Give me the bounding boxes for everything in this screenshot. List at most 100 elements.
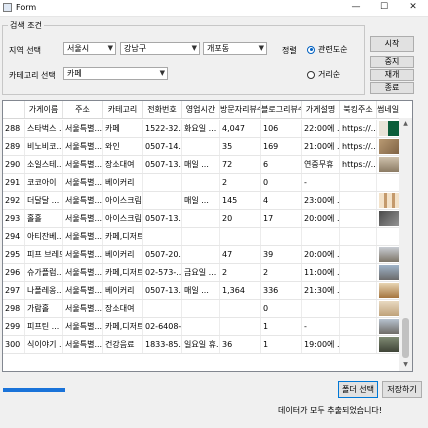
table-cell-no[interactable]: 293 <box>3 210 25 227</box>
table-cell-visit[interactable] <box>220 300 261 317</box>
table-cell-addr[interactable]: 서울특별... <box>63 282 103 299</box>
table-cell-phone[interactable] <box>143 228 182 245</box>
table-cell-hours[interactable] <box>182 138 220 155</box>
table-cell-no[interactable]: 292 <box>3 192 25 209</box>
table-cell-name[interactable]: 나폴레옹... <box>25 282 63 299</box>
start-button[interactable]: 시작 <box>370 36 414 52</box>
table-cell-hours[interactable]: 매일 ... <box>182 192 220 209</box>
table-cell-cat[interactable]: 장소대여 <box>103 300 143 317</box>
table-cell-phone[interactable]: 1833-85... <box>143 336 182 353</box>
table-cell-no[interactable]: 290 <box>3 156 25 173</box>
column-header[interactable]: 카테고리 <box>103 101 143 118</box>
table-cell-blog[interactable]: 17 <box>261 210 302 227</box>
column-header[interactable] <box>3 101 25 118</box>
sort-distance-radio[interactable]: 거리순 <box>307 69 340 80</box>
table-cell-name[interactable]: 스타벅스 ... <box>25 120 63 137</box>
table-row[interactable]: 291 코코아이 서울특별... 베이커리 2 0- <box>3 174 412 192</box>
table-cell-phone[interactable]: 0507-20... <box>143 246 182 263</box>
table-cell-visit[interactable]: 2 <box>220 264 261 281</box>
table-cell-name[interactable]: 코코아이 <box>25 174 63 191</box>
column-header[interactable]: 가게이름 <box>25 101 63 118</box>
table-cell-no[interactable]: 298 <box>3 300 25 317</box>
table-cell-booking[interactable]: https://... <box>340 156 377 173</box>
table-cell-phone[interactable]: 0507-13... <box>143 282 182 299</box>
table-cell-addr[interactable]: 서울특별... <box>63 192 103 209</box>
table-cell-name[interactable]: 더달달 ... <box>25 192 63 209</box>
column-header[interactable]: 블로그리뷰수 <box>261 101 302 118</box>
table-cell-phone[interactable]: 1522-32... <box>143 120 182 137</box>
table-cell-hours[interactable] <box>182 246 220 263</box>
table-row[interactable]: 288 스타벅스 ... 서울특별... 카페 1522-32... 화요일 ... 4,0… <box>3 120 412 138</box>
table-cell-name[interactable]: 식이야기 ... <box>25 336 63 353</box>
column-header[interactable]: 주소 <box>63 101 103 118</box>
dong-select[interactable]: 개포동 ▼ <box>203 42 267 55</box>
table-cell-no[interactable]: 295 <box>3 246 25 263</box>
table-cell-no[interactable]: 289 <box>3 138 25 155</box>
table-cell-cat[interactable]: 카페 <box>103 120 143 137</box>
table-cell-cat[interactable]: 카페,디저트 <box>103 228 143 245</box>
table-cell-name[interactable]: 가람홀 <box>25 300 63 317</box>
table-cell-phone[interactable]: 02-6408-... <box>143 318 182 335</box>
table-row[interactable]: 300 식이야기 ... 서울특별... 건강음료 1833-85... 일요일 휴...… <box>3 336 412 354</box>
table-cell-addr[interactable]: 서울특별... <box>63 210 103 227</box>
table-cell-visit[interactable]: 4,047 <box>220 120 261 137</box>
table-cell-cat[interactable]: 아이스크림 <box>103 192 143 209</box>
category-select[interactable]: 카페 ▼ <box>63 67 168 80</box>
table-cell-phone[interactable] <box>143 300 182 317</box>
table-cell-desc[interactable]: 21:00에 ... <box>302 138 340 155</box>
table-cell-booking[interactable] <box>340 192 377 209</box>
scrollbar-thumb[interactable] <box>402 318 409 358</box>
stop-button[interactable]: 중지 <box>370 56 414 68</box>
table-row[interactable]: 298 가람홀 서울특별... 장소대여 0 <box>3 300 412 318</box>
table-row[interactable]: 293홀홀서울특별...아이스크림0507-13... 201720:00에 ..… <box>3 210 412 228</box>
table-cell-booking[interactable] <box>340 336 377 353</box>
table-cell-phone[interactable]: 0507-14... <box>143 138 182 155</box>
table-cell-blog[interactable]: 1 <box>261 336 302 353</box>
table-row[interactable]: 294 아티잔베... 서울특별... 카페,디저트 <box>3 228 412 246</box>
column-header[interactable]: 전화번호 <box>143 101 182 118</box>
column-header[interactable]: 영업시간 <box>182 101 220 118</box>
table-cell-phone[interactable] <box>143 192 182 209</box>
table-cell-desc[interactable]: 20:00에 ... <box>302 246 340 263</box>
column-header[interactable]: 방문자리뷰수 <box>220 101 261 118</box>
table-row[interactable]: 292 더달달 ... 서울특별... 아이스크림 매일 ... 145 4 23:00에 .… <box>3 192 412 210</box>
table-cell-hours[interactable]: 금요일 ... <box>182 264 220 281</box>
table-cell-blog[interactable]: 4 <box>261 192 302 209</box>
table-cell-desc[interactable]: 22:00에 ... <box>302 120 340 137</box>
table-cell-booking[interactable]: https://... <box>340 138 377 155</box>
table-cell-no[interactable]: 288 <box>3 120 25 137</box>
table-cell-blog[interactable]: 106 <box>261 120 302 137</box>
table-cell-no[interactable]: 291 <box>3 174 25 191</box>
table-cell-addr[interactable]: 서울특별... <box>63 318 103 335</box>
table-cell-cat[interactable]: 장소대여 <box>103 156 143 173</box>
table-cell-visit[interactable]: 1,364 <box>220 282 261 299</box>
table-cell-booking[interactable] <box>340 282 377 299</box>
table-cell-addr[interactable]: 서울특별... <box>63 300 103 317</box>
table-row[interactable]: 295 피프 브레드 서울특별... 베이커리 0507-20... 47 39 20:00에… <box>3 246 412 264</box>
table-cell-blog[interactable]: 0 <box>261 300 302 317</box>
district-select[interactable]: 강남구 ▼ <box>120 42 200 55</box>
table-cell-desc[interactable]: 23:00에 ... <box>302 192 340 209</box>
table-cell-desc[interactable]: - <box>302 174 340 191</box>
exit-button[interactable]: 종료 <box>370 82 414 94</box>
resume-button[interactable]: 재개 <box>370 69 414 81</box>
table-cell-name[interactable]: 비노비코... <box>25 138 63 155</box>
table-cell-hours[interactable] <box>182 210 220 227</box>
table-cell-visit[interactable]: 36 <box>220 336 261 353</box>
scroll-up-icon[interactable]: ▲ <box>399 118 412 130</box>
table-cell-cat[interactable]: 아이스크림 <box>103 210 143 227</box>
table-row[interactable]: 296 슈가플럼... 서울특별... 카페,디저트 02-573-... 금요일 ...… <box>3 264 412 282</box>
table-cell-booking[interactable] <box>340 318 377 335</box>
table-cell-cat[interactable]: 베이커리 <box>103 282 143 299</box>
table-cell-hours[interactable] <box>182 174 220 191</box>
table-cell-cat[interactable]: 와인 <box>103 138 143 155</box>
table-cell-addr[interactable]: 서울특별... <box>63 264 103 281</box>
table-cell-cat[interactable]: 건강음료 <box>103 336 143 353</box>
table-cell-blog[interactable]: 1 <box>261 318 302 335</box>
table-cell-addr[interactable]: 서울특별... <box>63 336 103 353</box>
table-cell-hours[interactable]: 화요일 ... <box>182 120 220 137</box>
select-folder-button[interactable]: 폴더 선택 <box>338 381 378 398</box>
table-cell-phone[interactable]: 0507-13... <box>143 210 182 227</box>
table-cell-visit[interactable]: 2 <box>220 174 261 191</box>
sort-relevance-radio[interactable]: 관련도순 <box>307 44 347 55</box>
